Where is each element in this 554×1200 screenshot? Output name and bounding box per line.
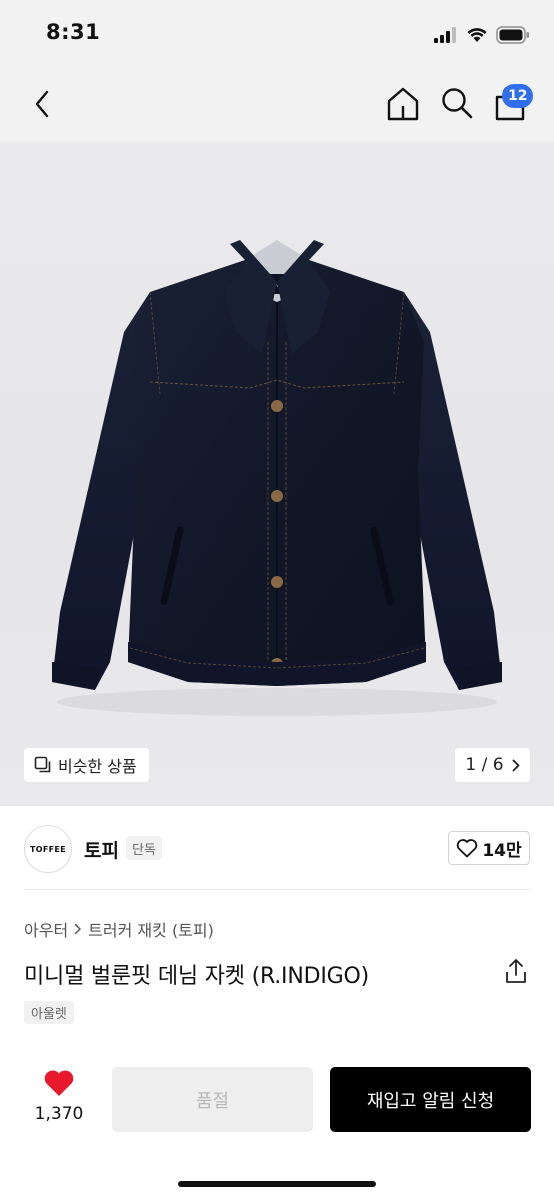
home-indicator: [178, 1181, 376, 1187]
similar-products-button[interactable]: 비슷한 상품: [24, 748, 149, 782]
nav-bar: [0, 68, 554, 142]
battery-icon: [496, 26, 529, 44]
home-icon[interactable]: [386, 86, 420, 122]
divider: [24, 889, 530, 890]
page-indicator-text: 1 / 6: [465, 755, 504, 775]
restock-alert-button[interactable]: 재입고 알림 신청: [330, 1067, 531, 1132]
product-title: 미니멀 벌룬핏 데님 자켓 (R.INDIGO): [24, 964, 369, 989]
brand-like-button[interactable]: 14만: [448, 831, 530, 865]
breadcrumb-chevron-icon: [74, 923, 81, 935]
similar-products-label: 비슷한 상품: [58, 757, 137, 776]
wifi-icon: [467, 28, 487, 42]
back-button[interactable]: [26, 88, 58, 120]
cellular-signal-icon: [434, 27, 456, 43]
status-bar: 8:31: [0, 0, 554, 68]
breadcrumb-subcategory[interactable]: 트러커 재킷 (토피): [88, 917, 214, 941]
brand-logo[interactable]: TOFFEE: [24, 825, 72, 873]
cart-count-badge: 12: [502, 84, 534, 108]
product-image[interactable]: TOFFEE: [0, 142, 554, 806]
brand-row: TOFFEE 토피 단독 14만: [0, 806, 554, 890]
brand-name[interactable]: 토피: [84, 836, 119, 863]
brand-exclusive-tag: 단독: [126, 836, 162, 860]
heart-outline-icon: [457, 839, 478, 858]
brand-like-count: 14만: [482, 840, 522, 861]
copy-icon: [34, 756, 51, 773]
chevron-left-icon: [35, 90, 49, 118]
share-icon[interactable]: [504, 958, 528, 984]
status-time: 8:31: [46, 20, 101, 44]
search-icon[interactable]: [440, 86, 474, 120]
breadcrumb-category[interactable]: 아우터: [24, 917, 68, 941]
breadcrumb: 아우터 트러커 재킷 (토피): [24, 917, 214, 941]
denim-jacket-image: TOFFEE: [52, 240, 502, 716]
outlet-tag: 아울렛: [24, 1001, 74, 1024]
wish-count: 1,370: [34, 1104, 84, 1124]
chevron-right-icon: [512, 759, 519, 771]
image-page-indicator[interactable]: 1 / 6: [455, 748, 530, 782]
status-icons: [434, 24, 530, 46]
heart-filled-icon[interactable]: [43, 1068, 75, 1098]
soldout-button: 품절: [112, 1067, 313, 1132]
